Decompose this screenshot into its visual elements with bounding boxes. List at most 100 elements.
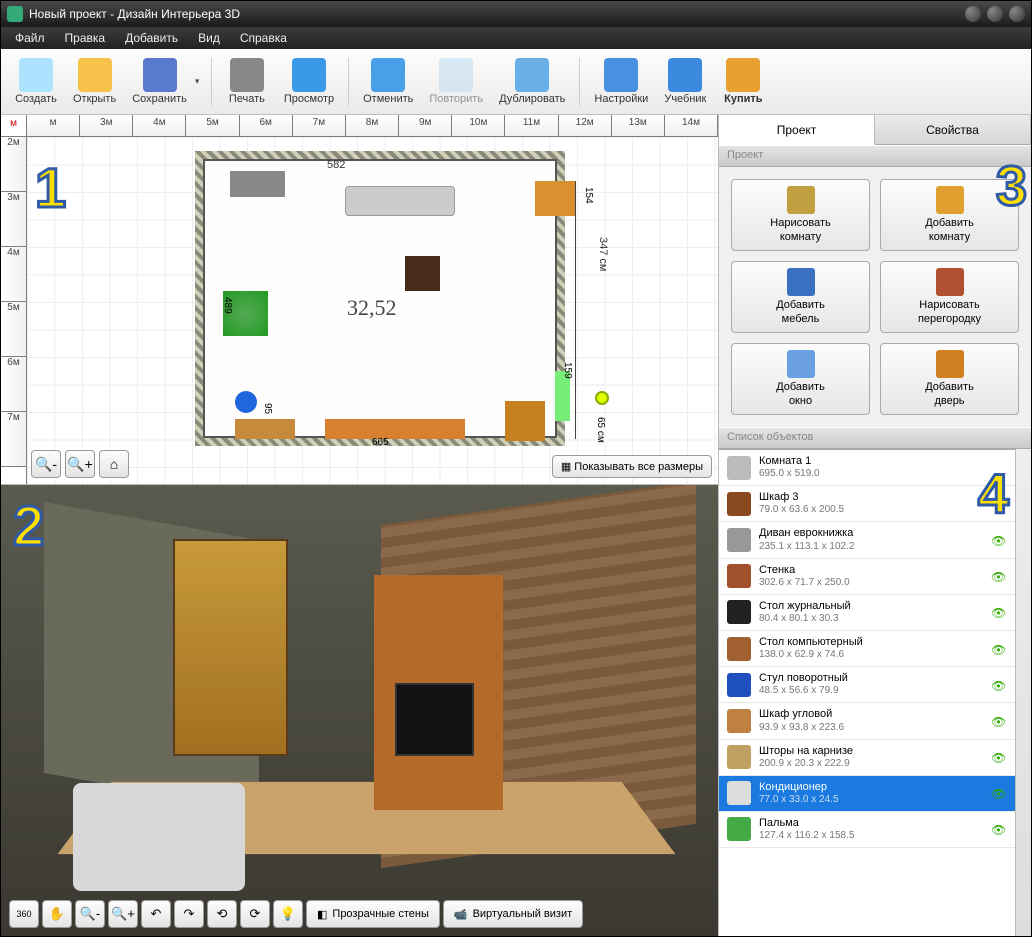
ruler-mark: 14м [665, 115, 718, 136]
sofa-2d[interactable] [345, 186, 455, 216]
coffee-table-2d[interactable] [405, 256, 440, 291]
object-item[interactable]: Комната 1695.0 x 519.0 [719, 450, 1015, 486]
object-dims: 127.4 x 116.2 x 158.5 [759, 830, 983, 842]
object-dims: 77.0 x 33.0 x 24.5 [759, 794, 983, 806]
undo-view-button[interactable]: ⟲ [207, 900, 237, 928]
ruler-mark: 6м [1, 357, 26, 412]
sofa-bottom-2d[interactable] [325, 419, 465, 439]
menu-Справка[interactable]: Справка [230, 29, 297, 47]
object-item[interactable]: Стол компьютерный138.0 x 62.9 x 74.6👁 [719, 631, 1015, 667]
dim-seg3: 65 см [595, 417, 606, 443]
object-item[interactable]: Стул поворотный48.5 x 56.6 x 79.9👁 [719, 667, 1015, 703]
toolbar-new-button[interactable]: Создать [7, 56, 65, 107]
zoom-in-3d-button[interactable]: 🔍+ [108, 900, 138, 928]
zoom-in-button[interactable]: 🔍+ [65, 450, 95, 478]
toolbar-help-button[interactable]: Учебник [656, 56, 714, 107]
rotate-right-button[interactable]: ↷ [174, 900, 204, 928]
visibility-icon[interactable]: 👁 [991, 679, 1007, 691]
dimension-width: 582 [327, 159, 345, 171]
toolbar-redo-button[interactable]: Повторить [421, 56, 491, 107]
toolbar-label: Повторить [429, 93, 483, 105]
object-item[interactable]: Диван еврокнижка235.1 x 113.1 x 102.2👁 [719, 522, 1015, 558]
object-item[interactable]: Кондиционер77.0 x 33.0 x 24.5👁 [719, 776, 1015, 812]
virtual-visit-button[interactable]: 📹 Виртуальный визит [443, 900, 583, 928]
zoom-out-3d-button[interactable]: 🔍- [75, 900, 105, 928]
object-item[interactable]: Шкаф 379.0 x 63.6 x 200.5 [719, 486, 1015, 522]
toolbar-dup-button[interactable]: Дублировать [491, 56, 573, 107]
plan-canvas[interactable]: 582 347 см 154 159 65 см 489 95 665 32,5… [27, 137, 718, 484]
object-list[interactable]: Комната 1695.0 x 519.0Шкаф 379.0 x 63.6 … [719, 449, 1015, 936]
rotate360-button[interactable]: 360 [9, 900, 39, 928]
object-item[interactable]: Стенка302.6 x 71.7 x 250.0👁 [719, 559, 1015, 595]
rotate-left-button[interactable]: ↶ [141, 900, 171, 928]
panel-Добавить-окно-button[interactable]: Добавитьокно [731, 343, 870, 415]
toolbar-save-button[interactable]: Сохранить [124, 56, 195, 107]
visibility-icon[interactable]: 👁 [991, 787, 1007, 799]
ruler-mark: 11м [505, 115, 558, 136]
panel-Нарисовать-комнату-button[interactable]: Нарисоватькомнату [731, 179, 870, 251]
maximize-button[interactable] [987, 6, 1003, 22]
menu-Файл[interactable]: Файл [5, 29, 55, 47]
panel-Добавить-мебель-button[interactable]: Добавитьмебель [731, 261, 870, 333]
tab-project[interactable]: Проект [719, 115, 875, 145]
selection-handle[interactable] [595, 391, 609, 405]
visibility-icon[interactable]: 👁 [991, 643, 1007, 655]
dropdown-arrow[interactable]: ▾ [195, 76, 205, 87]
panel-Добавить-дверь-button[interactable]: Добавитьдверь [880, 343, 1019, 415]
redo-view-button[interactable]: ⟳ [240, 900, 270, 928]
buy-icon [726, 58, 760, 92]
toolbar-print-button[interactable]: Печать [218, 56, 276, 107]
ruler-mark: 12м [559, 115, 612, 136]
room-area: 32,52 [347, 295, 397, 321]
zoom-out-button[interactable]: 🔍- [31, 450, 61, 478]
corner-cab-2d[interactable] [505, 401, 545, 441]
toolbar-settings-button[interactable]: Настройки [586, 56, 656, 107]
toolbar-open-button[interactable]: Открыть [65, 56, 124, 107]
desk-2d[interactable] [235, 419, 295, 439]
toolbar-label: Купить [724, 93, 762, 105]
visibility-icon[interactable]: 👁 [991, 751, 1007, 763]
object-item[interactable]: Стол журнальный80.4 x 80.1 x 30.3👁 [719, 595, 1015, 631]
minimize-button[interactable] [965, 6, 981, 22]
ruler-mark: м [27, 115, 80, 136]
object-dims: 138.0 x 62.9 x 74.6 [759, 649, 983, 661]
toolbar-undo-button[interactable]: Отменить [355, 56, 421, 107]
wardrobe-2d[interactable] [230, 171, 285, 197]
object-item[interactable]: Пальма127.4 x 116.2 x 158.5👁 [719, 812, 1015, 848]
ruler-mark: 10м [452, 115, 505, 136]
show-all-dimensions-button[interactable]: ▦ Показывать все размеры [552, 455, 712, 478]
menu-bar: ФайлПравкаДобавитьВидСправка [1, 27, 1031, 49]
ruler-corner: м [1, 115, 27, 137]
pan-button[interactable]: ✋ [42, 900, 72, 928]
visibility-icon[interactable]: 👁 [991, 715, 1007, 727]
tv-unit-2d[interactable] [535, 181, 575, 216]
separator [348, 58, 349, 106]
transparent-walls-button[interactable]: ◧ Прозрачные стены [306, 900, 440, 928]
menu-Вид[interactable]: Вид [188, 29, 230, 47]
plan-2d-view[interactable]: м м3м4м5м6м7м8м9м10м11м12м13м14м 2м3м4м5… [1, 115, 718, 485]
toolbar-preview-button[interactable]: Просмотр [276, 56, 342, 107]
light-button[interactable]: 💡 [273, 900, 303, 928]
object-item[interactable]: Шкаф угловой93.9 x 93.8 x 223.6👁 [719, 703, 1015, 739]
tab-properties[interactable]: Свойства [875, 115, 1031, 144]
close-button[interactable] [1009, 6, 1025, 22]
camera-icon: 📹 [454, 908, 468, 921]
menu-Правка[interactable]: Правка [55, 29, 116, 47]
object-dims: 200.9 x 20.3 x 222.9 [759, 758, 983, 770]
visibility-icon[interactable]: 👁 [991, 606, 1007, 618]
home-button[interactable]: ⌂ [99, 450, 129, 478]
panel-icon [787, 268, 815, 296]
scrollbar[interactable] [1015, 449, 1031, 936]
visibility-icon[interactable]: 👁 [991, 534, 1007, 546]
visibility-icon[interactable]: 👁 [991, 823, 1007, 835]
toolbar-buy-button[interactable]: Купить [714, 56, 772, 107]
object-item[interactable]: Шторы на карнизе200.9 x 20.3 x 222.9 👁 [719, 740, 1015, 776]
chair-2d[interactable] [235, 391, 257, 413]
marker-3: 3 [996, 153, 1027, 218]
menu-Добавить[interactable]: Добавить [115, 29, 188, 47]
panel-Нарисовать-перегородку-button[interactable]: Нарисоватьперегородку [880, 261, 1019, 333]
view-3d[interactable]: 2 360 ✋ 🔍- 🔍+ ↶ ↷ ⟲ ⟳ 💡 ◧ Прозрачные сте… [1, 485, 718, 936]
object-name: Шторы на карнизе [759, 745, 983, 758]
dimension-line [575, 181, 576, 439]
visibility-icon[interactable]: 👁 [991, 570, 1007, 582]
